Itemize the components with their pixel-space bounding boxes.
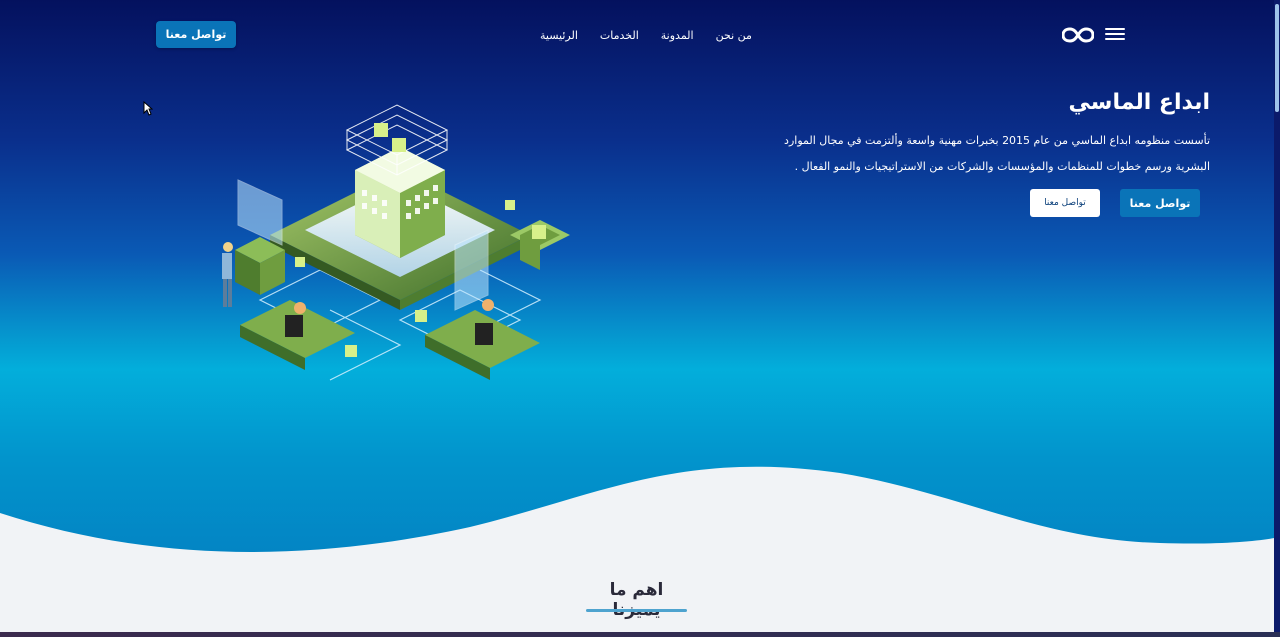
- features-heading-underline: [586, 609, 687, 612]
- bottom-edge-bar: [0, 632, 1280, 637]
- hamburger-icon[interactable]: [1105, 28, 1125, 42]
- nav-contact-button[interactable]: تواصل معنا: [156, 21, 236, 48]
- nav-links: الرئيسية الخدمات المدونة من نحن: [540, 29, 760, 45]
- hero-contact-button[interactable]: تواصل معنا: [1120, 189, 1200, 217]
- nav-link-home[interactable]: الرئيسية: [540, 29, 578, 45]
- hero-description: تأسست منظومه ابداع الماسي من عام 2015 بخ…: [784, 134, 1210, 173]
- nav-link-services[interactable]: الخدمات: [600, 29, 639, 45]
- mouse-cursor-icon: [143, 101, 153, 116]
- hero-contact-secondary-button[interactable]: تواصل معنا: [1030, 189, 1100, 217]
- hero-title: ابداع الماسي: [1068, 90, 1210, 115]
- isometric-tech-building-illustration: [222, 104, 570, 381]
- features-heading: اهم ما يميزنا: [609, 580, 664, 620]
- infinity-logo-icon[interactable]: [1062, 26, 1094, 44]
- nav-link-about[interactable]: من نحن: [716, 29, 752, 45]
- page-scrollbar[interactable]: [1274, 0, 1280, 637]
- scrollbar-thumb[interactable]: [1275, 4, 1279, 112]
- nav-link-blog[interactable]: المدونة: [661, 29, 694, 45]
